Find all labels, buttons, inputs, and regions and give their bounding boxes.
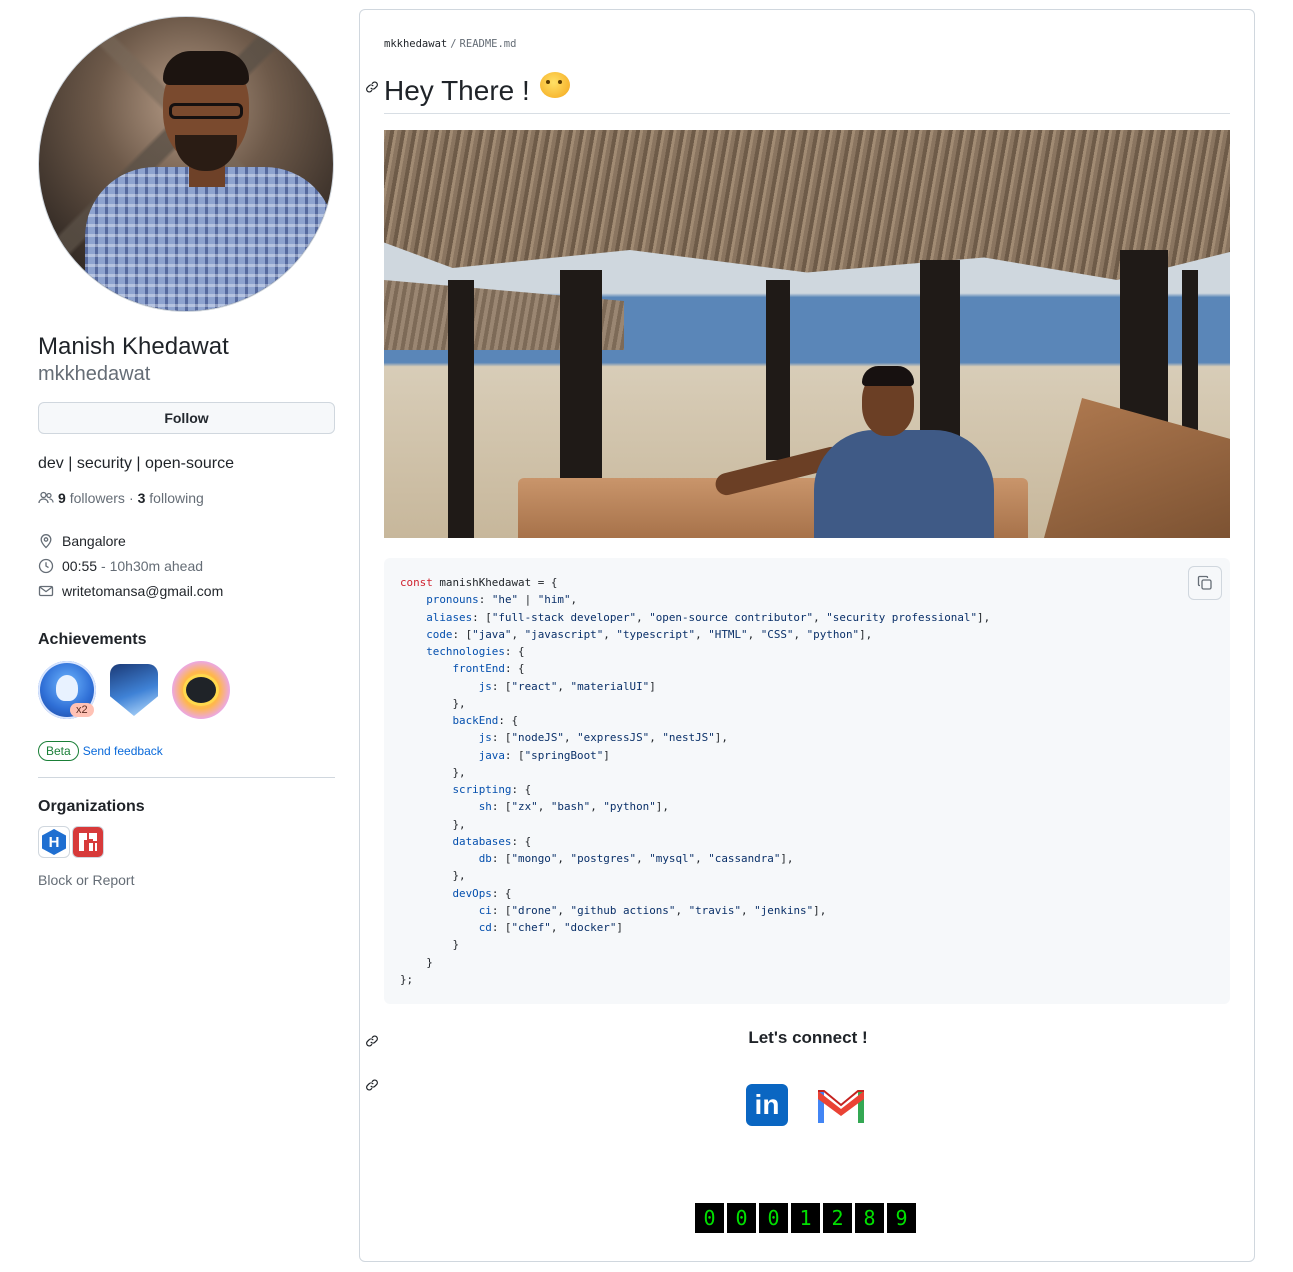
starstruck-badge-icon[interactable] [172, 661, 230, 719]
counter-digit: 0 [759, 1203, 788, 1233]
readme-photo [384, 130, 1230, 538]
avatar-hair [163, 51, 249, 85]
counter-digit: 1 [791, 1203, 820, 1233]
breadcrumb-user-link[interactable]: mkkhedawat [384, 38, 447, 50]
badge-multiplier: x2 [70, 703, 94, 717]
visitor-counter: 0 0 0 1 2 8 9 [695, 1203, 916, 1233]
photo-pillar [766, 280, 790, 460]
stats-separator: · [128, 490, 134, 506]
counter-digit: 8 [855, 1203, 884, 1233]
profile-name: Manish Khedawat [38, 333, 229, 360]
avatar-glasses [169, 103, 243, 119]
clock-icon [38, 558, 54, 573]
counter-digit: 0 [727, 1203, 756, 1233]
following-link[interactable]: 3 following [138, 490, 204, 506]
hexagon-h-org-icon[interactable]: H [38, 826, 70, 858]
local-time: 00:55 [62, 557, 98, 574]
heading-text: Hey There ! [384, 74, 530, 106]
gmail-icon[interactable] [814, 1084, 868, 1126]
photo-person-hair [862, 366, 914, 386]
followers-link[interactable]: 9 followers [58, 490, 125, 506]
profile-login: mkkhedawat [38, 363, 151, 385]
heading-anchor-link-icon[interactable] [365, 80, 379, 94]
location-item: Bangalore [38, 528, 335, 553]
puzzle-icon [79, 833, 97, 851]
time-offset: - 10h30m ahead [101, 557, 204, 574]
profile-sidebar: Manish Khedawat mkkhedawat Follow dev | … [38, 16, 335, 888]
connect-heading: Let's connect ! [748, 1028, 868, 1047]
block-report-link[interactable]: Block or Report [38, 872, 335, 888]
email-item: writetomansa@gmail.com [38, 578, 335, 603]
followers-count: 9 [58, 490, 66, 506]
face-emoji-icon [539, 71, 570, 98]
avatar-shirt [85, 167, 333, 311]
location-pin-icon [40, 533, 52, 548]
people-icon [38, 491, 54, 504]
profile-details: Bangalore 00:55 - 10h30m ahead writetoma… [38, 528, 335, 603]
follow-button[interactable]: Follow [38, 402, 335, 434]
red-puzzle-org-icon[interactable] [72, 826, 104, 858]
shark-badge-icon[interactable]: x2 [38, 661, 96, 719]
achievements-section: Achievements x2 Beta Send feedback [38, 631, 335, 761]
readme-heading: Hey There ! [384, 68, 1230, 114]
achievements-title: Achievements [38, 631, 147, 648]
linkedin-label: in [754, 1089, 780, 1120]
mail-icon [38, 585, 54, 596]
organization-list: H [38, 826, 335, 858]
organizations-section: Organizations H Block or Report [38, 777, 335, 888]
beta-label: Beta [38, 741, 79, 761]
copy-icon [1197, 575, 1212, 590]
location-text: Bangalore [62, 532, 126, 549]
following-label: following [149, 490, 204, 506]
org-letter: H [42, 829, 66, 855]
photo-person-body [814, 430, 994, 538]
send-feedback-link[interactable]: Send feedback [83, 744, 163, 758]
breadcrumb-file: README.md [459, 38, 517, 50]
social-anchor-link-icon[interactable] [365, 1078, 379, 1092]
achievement-badges: x2 [38, 661, 335, 719]
email-link[interactable]: writetomansa@gmail.com [62, 581, 223, 601]
organizations-title: Organizations [38, 798, 145, 815]
counter-digit: 0 [695, 1203, 724, 1233]
linkedin-icon[interactable]: in [746, 1084, 788, 1126]
code-content: const manishKhedawat = { pronouns: "he" … [400, 576, 991, 986]
photo-hut-roof [384, 130, 1230, 280]
counter-digit: 2 [823, 1203, 852, 1233]
breadcrumb-separator: / [450, 38, 457, 50]
following-count: 3 [137, 490, 146, 506]
code-block[interactable]: const manishKhedawat = { pronouns: "he" … [384, 558, 1230, 1004]
pull-shark-badge-icon[interactable] [110, 664, 158, 716]
photo-bench-right [1044, 398, 1230, 538]
profile-bio: dev | security | open-source [38, 455, 234, 472]
follow-stats: 9 followers · 3 following [38, 490, 335, 506]
readme-breadcrumb: mkkhedawat / README.md [384, 38, 516, 50]
photo-pillar [448, 280, 474, 538]
gmail-logo [818, 1090, 864, 1123]
profile-avatar[interactable] [38, 16, 334, 312]
followers-label: followers [69, 490, 125, 506]
beta-feedback-row: Beta Send feedback [38, 741, 335, 761]
local-time-item: 00:55 - 10h30m ahead [38, 553, 335, 578]
copy-code-button[interactable] [1188, 566, 1222, 600]
counter-digit: 9 [887, 1203, 916, 1233]
readme-panel: mkkhedawat / README.md Hey There ! const m… [359, 9, 1255, 1262]
